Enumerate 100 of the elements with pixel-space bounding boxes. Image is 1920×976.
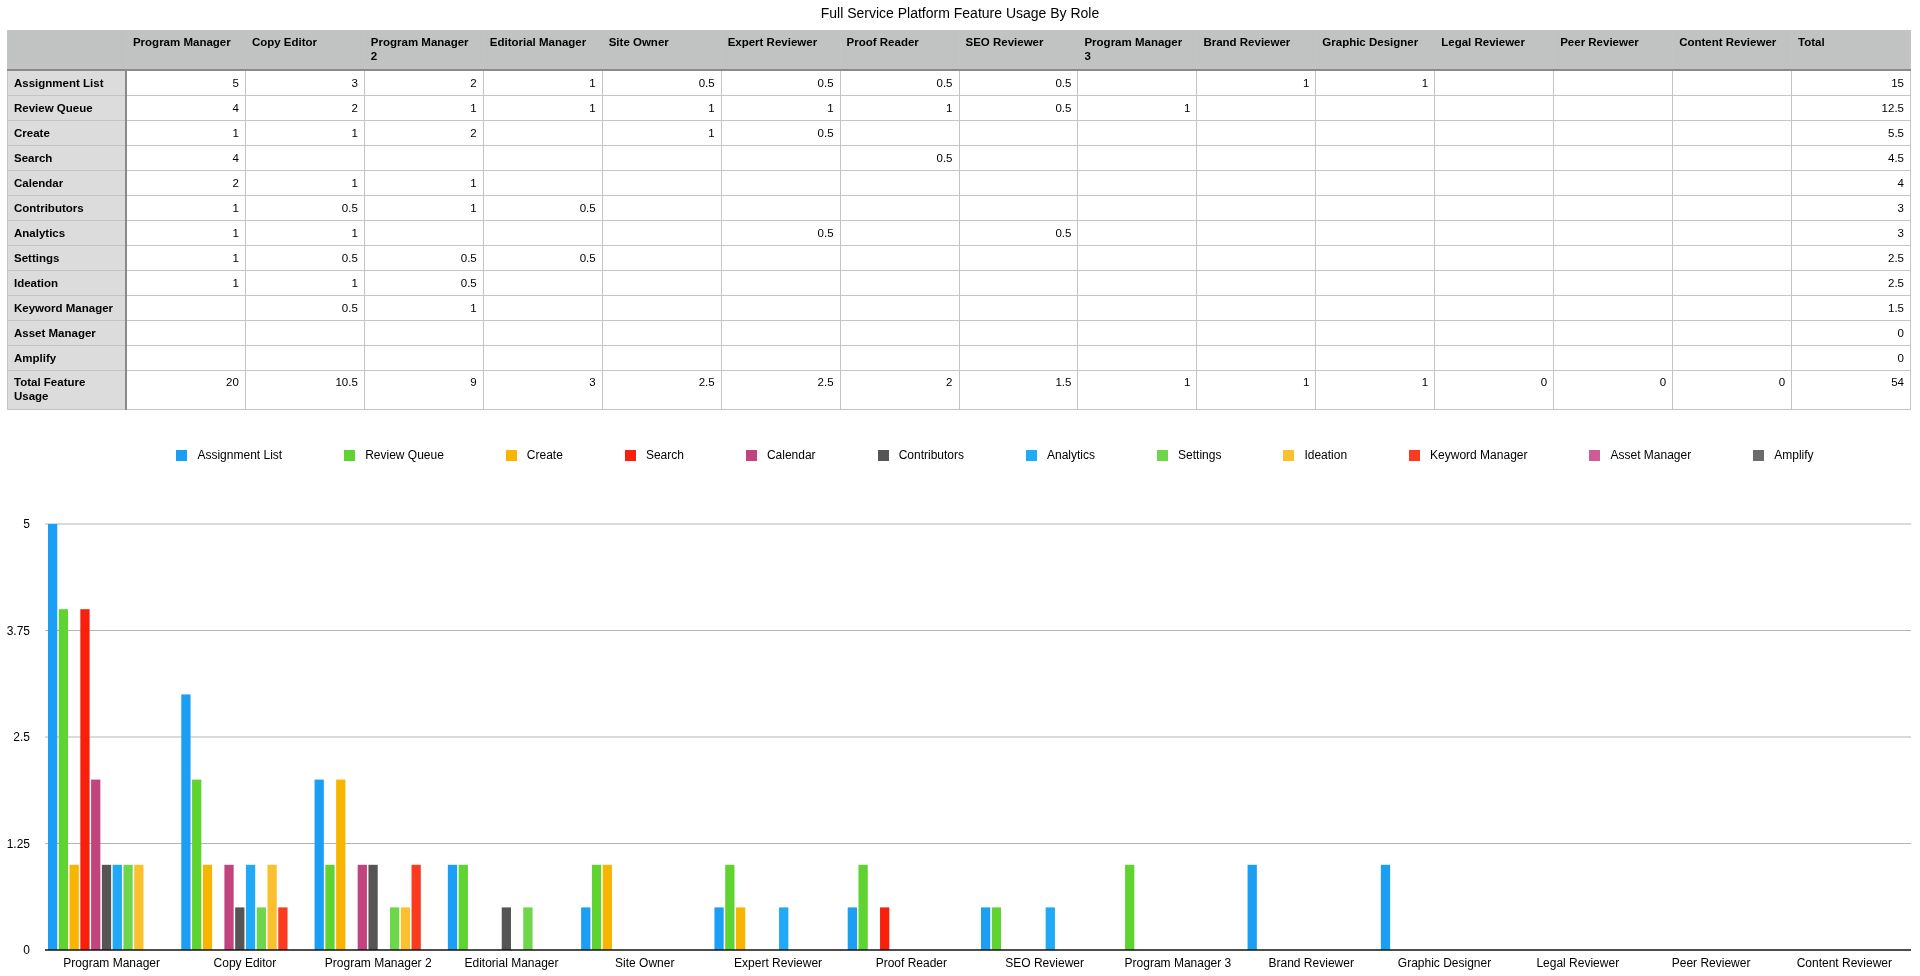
table-cell: 20 xyxy=(126,370,246,410)
row-header: Asset Manager xyxy=(7,320,127,346)
y-tick-label: 2.5 xyxy=(13,730,30,744)
bar xyxy=(991,907,1002,950)
row-header: Calendar xyxy=(7,170,127,196)
table-cell: 1 xyxy=(483,95,603,121)
bar xyxy=(523,907,533,950)
table-cell: 0.5 xyxy=(483,245,603,271)
table-cell: 2 xyxy=(364,120,484,146)
row-header: Ideation xyxy=(7,270,127,296)
table-cell: 4 xyxy=(126,95,246,121)
table-cell: 1 xyxy=(1315,370,1435,410)
row-header: Amplify xyxy=(7,345,127,371)
column-header: Brand Reviewer xyxy=(1196,30,1316,70)
legend-label: Amplify xyxy=(1774,448,1814,462)
table-cell: 0.5 xyxy=(364,270,484,296)
legend-label: Ideation xyxy=(1304,448,1348,462)
x-tick-label: Editorial Manager xyxy=(464,956,559,970)
y-tick-label: 1.25 xyxy=(6,836,30,851)
table-cell: 1.5 xyxy=(1791,295,1911,321)
x-tick-label: Graphic Designer xyxy=(1397,956,1492,970)
bar xyxy=(981,907,991,950)
table-cell: 1 xyxy=(245,170,365,196)
table-cell: 1 xyxy=(364,170,484,196)
table-cell: 0.5 xyxy=(959,95,1078,121)
column-header: Total xyxy=(1791,30,1911,70)
table-cell: 0.5 xyxy=(959,220,1078,246)
table-cell: 3 xyxy=(1791,195,1911,221)
x-tick-label: Legal Reviewer xyxy=(1536,956,1620,970)
y-tick-label: 3.75 xyxy=(6,623,30,638)
table-cell: 0.5 xyxy=(245,245,365,271)
table-title: Full Service Platform Feature Usage By Role xyxy=(820,4,1100,23)
table-cell: 10.5 xyxy=(245,370,365,410)
table-cell: 1 xyxy=(126,195,246,221)
bar xyxy=(501,907,511,950)
table-cell: 0.5 xyxy=(602,70,722,96)
column-header: Content Reviewer xyxy=(1672,30,1792,70)
table-cell: 2.5 xyxy=(721,370,841,410)
table-cell: 5 xyxy=(126,70,246,96)
table-cell: 1 xyxy=(126,270,246,296)
row-header: Assignment List xyxy=(7,70,127,96)
table-cell: 2 xyxy=(364,70,484,96)
table-cell: 2 xyxy=(840,370,959,410)
table-cell: 0.5 xyxy=(721,120,841,146)
table-cell: 0.5 xyxy=(245,195,365,221)
row-header: Create xyxy=(7,120,127,146)
column-header: SEO Reviewer xyxy=(959,30,1078,70)
legend-label: Calendar xyxy=(766,448,816,462)
table-cell: 1 xyxy=(245,220,365,246)
x-tick-label: Brand Reviewer xyxy=(1268,956,1354,970)
table-cell: 1 xyxy=(126,220,246,246)
legend-label: Asset Manager xyxy=(1610,448,1692,462)
column-header: Expert Reviewer xyxy=(721,30,841,70)
table-cell: 1 xyxy=(364,95,484,121)
table-cell: 0.5 xyxy=(483,195,603,221)
table-cell: 0.5 xyxy=(721,220,841,246)
table-cell: 0.5 xyxy=(245,295,365,321)
table-cell: 54 xyxy=(1791,370,1911,410)
table-cell: 4 xyxy=(126,145,246,171)
table-cell: 0 xyxy=(1553,370,1673,410)
table-cell: 1 xyxy=(1196,370,1316,410)
bar xyxy=(779,907,789,950)
table-cell: 1 xyxy=(1196,70,1316,96)
table-cell: 1 xyxy=(126,120,246,146)
legend-label: Assignment List xyxy=(197,448,283,462)
table-cell: 1 xyxy=(126,245,246,271)
table-cell: 2.5 xyxy=(602,370,722,410)
table-cell: 1 xyxy=(483,70,603,96)
table-cell: 1 xyxy=(1315,70,1435,96)
column-header: Program Manager 3 xyxy=(1077,30,1197,70)
table-cell: 15 xyxy=(1791,70,1911,96)
table-cell: 5.5 xyxy=(1791,120,1911,146)
table-cell: 2 xyxy=(126,170,246,196)
column-header: Peer Reviewer xyxy=(1553,30,1673,70)
column-header: Editorial Manager xyxy=(483,30,603,70)
table-cell: 9 xyxy=(364,370,484,410)
table-cell: 4 xyxy=(1791,170,1911,196)
table-cell: 0.5 xyxy=(840,145,959,171)
legend-label: Search xyxy=(645,448,684,462)
table-cell: 0.5 xyxy=(840,70,959,96)
row-header: Search xyxy=(7,145,127,171)
table-cell: 1 xyxy=(1077,370,1197,410)
table-cell: 0 xyxy=(1434,370,1554,410)
row-header: Review Queue xyxy=(7,95,127,121)
column-header: Graphic Designer xyxy=(1315,30,1435,70)
table-cell: 12.5 xyxy=(1791,95,1911,121)
table-cell: 1 xyxy=(245,270,365,296)
table-cell: 1 xyxy=(602,120,722,146)
row-header: Settings xyxy=(7,245,127,271)
row-header: Analytics xyxy=(7,220,127,246)
column-header: Proof Reader xyxy=(840,30,959,70)
row-header: Total Feature Usage xyxy=(7,370,127,410)
legend-label: Contributors xyxy=(898,448,964,462)
table-cell: 1 xyxy=(602,95,722,121)
x-tick-label: Program Manager 3 xyxy=(1124,956,1232,970)
table-cell: 0 xyxy=(1791,320,1911,346)
table-cell: 0.5 xyxy=(721,70,841,96)
column-header: Program Manager xyxy=(126,30,246,70)
table-cell: 0.5 xyxy=(364,245,484,271)
table-cell: 3 xyxy=(245,70,365,96)
